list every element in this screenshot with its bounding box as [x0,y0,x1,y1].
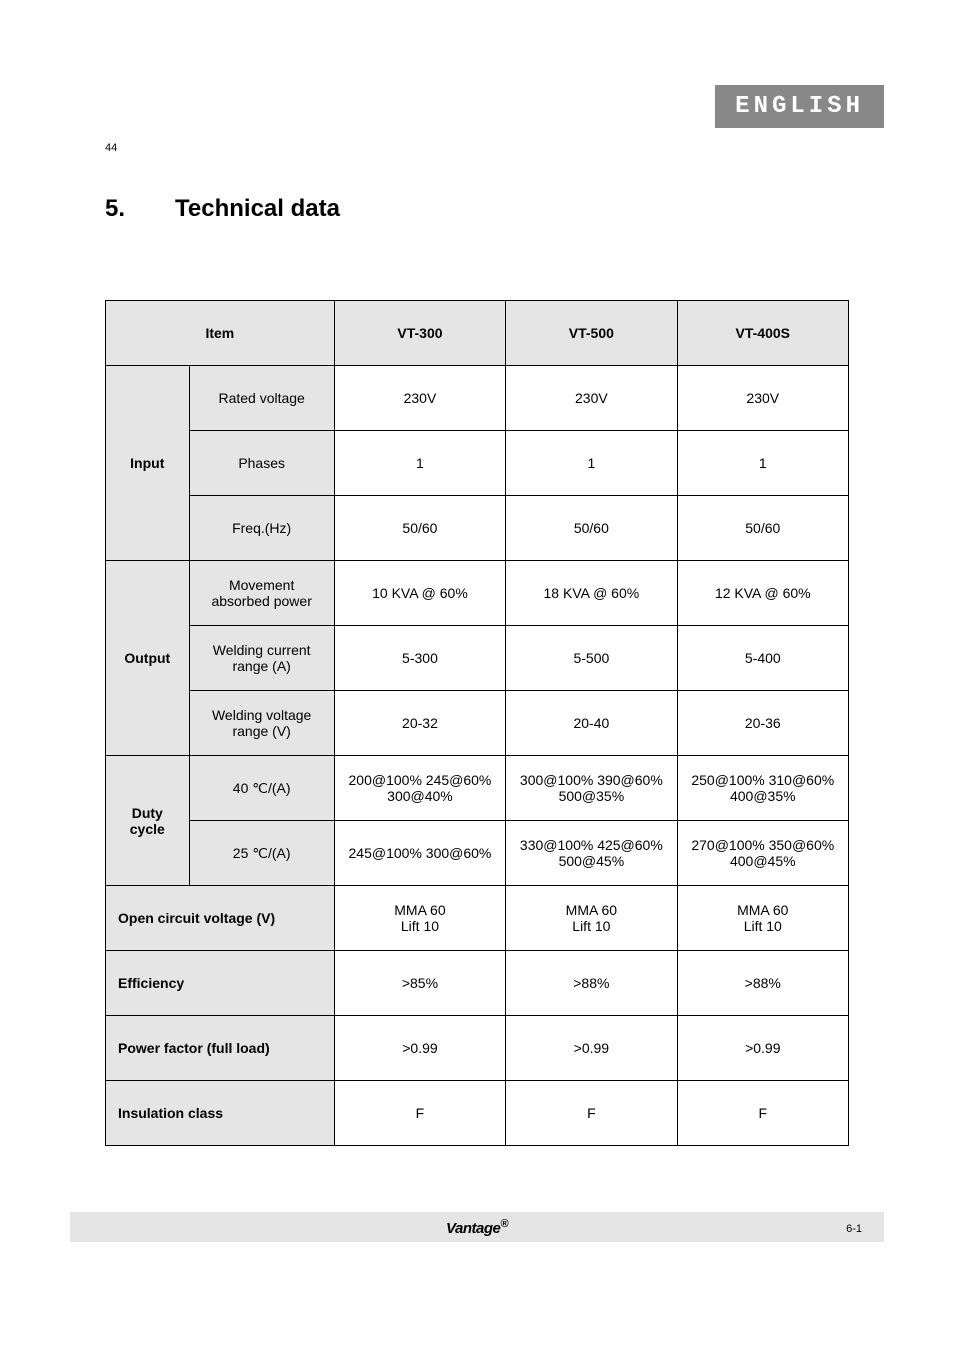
cell: >0.99 [506,1016,677,1081]
sub-25c: 25 ℃/(A) [189,821,334,886]
cell: 20-32 [334,691,505,756]
group-input: Input [106,366,190,561]
cell: 50/60 [506,496,677,561]
cell: >88% [506,951,677,1016]
table-header-row: Item VT-300 VT-500 VT-400S [106,301,849,366]
cell: >0.99 [677,1016,848,1081]
cell: MMA 60 Lift 10 [677,886,848,951]
cell: >88% [677,951,848,1016]
cell: F [677,1081,848,1146]
cell: 245@100% 300@60% [334,821,505,886]
table-row: Welding voltage range (V) 20-32 20-40 20… [106,691,849,756]
cell: 18 KVA @ 60% [506,561,677,626]
page-number-right: 6-1 [846,1223,862,1235]
cell: 330@100% 425@60% 500@45% [506,821,677,886]
table-row: Welding current range (A) 5-300 5-500 5-… [106,626,849,691]
efficiency: Efficiency [106,951,335,1016]
cell: 20-40 [506,691,677,756]
cell: 300@100% 390@60% 500@35% [506,756,677,821]
header-vt500: VT-500 [506,301,677,366]
cell: 200@100% 245@60% 300@40% [334,756,505,821]
cell: >85% [334,951,505,1016]
page-number-top: 44 [105,142,117,154]
cell: 50/60 [677,496,848,561]
table-row: Insulation class F F F [106,1081,849,1146]
cell: 230V [506,366,677,431]
spec-table: Item VT-300 VT-500 VT-400S Input Rated v… [105,300,849,1146]
cell: >0.99 [334,1016,505,1081]
table-row: Output Movement absorbed power 10 KVA @ … [106,561,849,626]
header-vt300: VT-300 [334,301,505,366]
table-row: Freq.(Hz) 50/60 50/60 50/60 [106,496,849,561]
table-row: Open circuit voltage (V) MMA 60 Lift 10 … [106,886,849,951]
cell: 5-500 [506,626,677,691]
cell: 1 [677,431,848,496]
cell: 270@100% 350@60% 400@45% [677,821,848,886]
cell: 250@100% 310@60% 400@35% [677,756,848,821]
table-row: Phases 1 1 1 [106,431,849,496]
sub-freq: Freq.(Hz) [189,496,334,561]
group-duty: Duty cycle [106,756,190,886]
table-row: Power factor (full load) >0.99 >0.99 >0.… [106,1016,849,1081]
cell: 50/60 [334,496,505,561]
cell: 10 KVA @ 60% [334,561,505,626]
open-circuit: Open circuit voltage (V) [106,886,335,951]
registered-icon: ® [500,1218,508,1230]
power-factor: Power factor (full load) [106,1016,335,1081]
cell: 12 KVA @ 60% [677,561,848,626]
sub-40c: 40 ℃/(A) [189,756,334,821]
spec-table-container: Item VT-300 VT-500 VT-400S Input Rated v… [105,300,849,1146]
cell: F [506,1081,677,1146]
insulation: Insulation class [106,1081,335,1146]
cell: 20-36 [677,691,848,756]
cell: 230V [334,366,505,431]
table-row: Efficiency >85% >88% >88% [106,951,849,1016]
footer-logo: Vantage® [446,1218,508,1237]
sub-power: Movement absorbed power [189,561,334,626]
sub-rated-voltage: Rated voltage [189,366,334,431]
heading-number: 5. [105,195,125,223]
language-tab: ENGLISH [715,85,884,128]
cell: MMA 60 Lift 10 [506,886,677,951]
cell: F [334,1081,505,1146]
footer: Vantage® [70,1212,884,1242]
cell: 1 [506,431,677,496]
cell: 1 [334,431,505,496]
heading-text: Technical data [175,195,340,223]
group-output: Output [106,561,190,756]
table-row: Input Rated voltage 230V 230V 230V [106,366,849,431]
sub-current: Welding current range (A) [189,626,334,691]
cell: 5-400 [677,626,848,691]
header-item: Item [106,301,335,366]
table-row: 25 ℃/(A) 245@100% 300@60% 330@100% 425@6… [106,821,849,886]
table-row: Duty cycle 40 ℃/(A) 200@100% 245@60% 300… [106,756,849,821]
sub-phases: Phases [189,431,334,496]
cell: 230V [677,366,848,431]
cell: 5-300 [334,626,505,691]
header-vt400s: VT-400S [677,301,848,366]
sub-voltage: Welding voltage range (V) [189,691,334,756]
cell: MMA 60 Lift 10 [334,886,505,951]
